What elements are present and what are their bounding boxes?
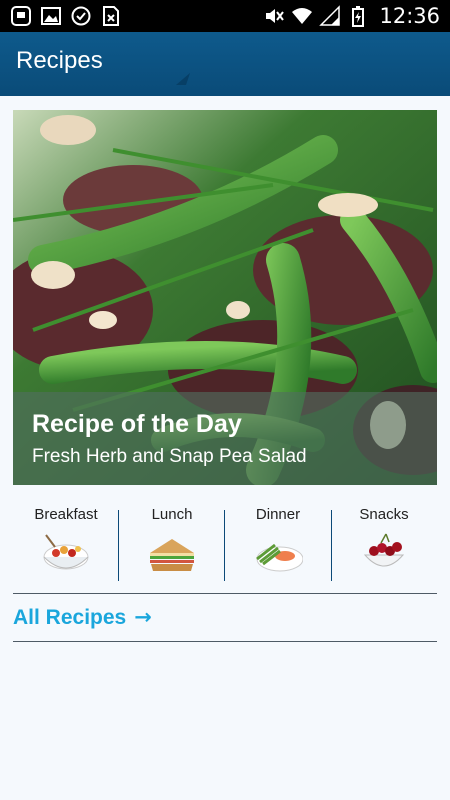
- category-snacks[interactable]: Snacks: [331, 505, 437, 580]
- clock: 12:36: [379, 4, 440, 28]
- notification-icon: [11, 6, 31, 26]
- category-lunch[interactable]: Lunch: [119, 505, 225, 580]
- category-label: Dinner: [255, 506, 301, 523]
- recipe-of-the-day-heading: Recipe of the Day: [32, 410, 242, 438]
- breakfast-bowl-icon: [43, 534, 89, 570]
- wave-decoration-icon: [176, 73, 190, 85]
- check-circle-icon: [71, 6, 91, 26]
- divider-bottom: [13, 641, 437, 642]
- mute-icon: [266, 9, 285, 23]
- sandwich-icon: [150, 539, 194, 571]
- sim-error-icon: [103, 6, 119, 26]
- featured-recipe-name: Fresh Herb and Snap Pea Salad: [32, 446, 307, 467]
- gallery-icon: [41, 7, 61, 25]
- dinner-plate-icon: [256, 543, 303, 572]
- category-dinner[interactable]: Dinner: [225, 505, 331, 580]
- signal-icon: [319, 5, 341, 26]
- app-bar: Recipes: [0, 32, 450, 96]
- meal-categories: Breakfast Lunch Dinner Snacks: [13, 505, 437, 581]
- category-breakfast[interactable]: Breakfast: [13, 505, 119, 580]
- battery-icon: [352, 6, 365, 27]
- all-recipes-link[interactable]: All Recipes →: [13, 605, 152, 630]
- wifi-icon: [292, 8, 313, 24]
- category-label: Lunch: [151, 506, 193, 523]
- cherries-bowl-icon: [363, 533, 405, 567]
- arrow-right-icon: →: [134, 605, 152, 629]
- page-title: Recipes: [16, 47, 103, 74]
- category-label: Breakfast: [34, 506, 98, 523]
- recipe-of-the-day-card[interactable]: Recipe of the Day Fresh Herb and Snap Pe…: [13, 110, 437, 485]
- divider-top: [13, 593, 437, 594]
- all-recipes-label: All Recipes: [13, 606, 127, 629]
- status-bar: 12:36: [0, 0, 450, 32]
- category-label: Snacks: [359, 506, 409, 523]
